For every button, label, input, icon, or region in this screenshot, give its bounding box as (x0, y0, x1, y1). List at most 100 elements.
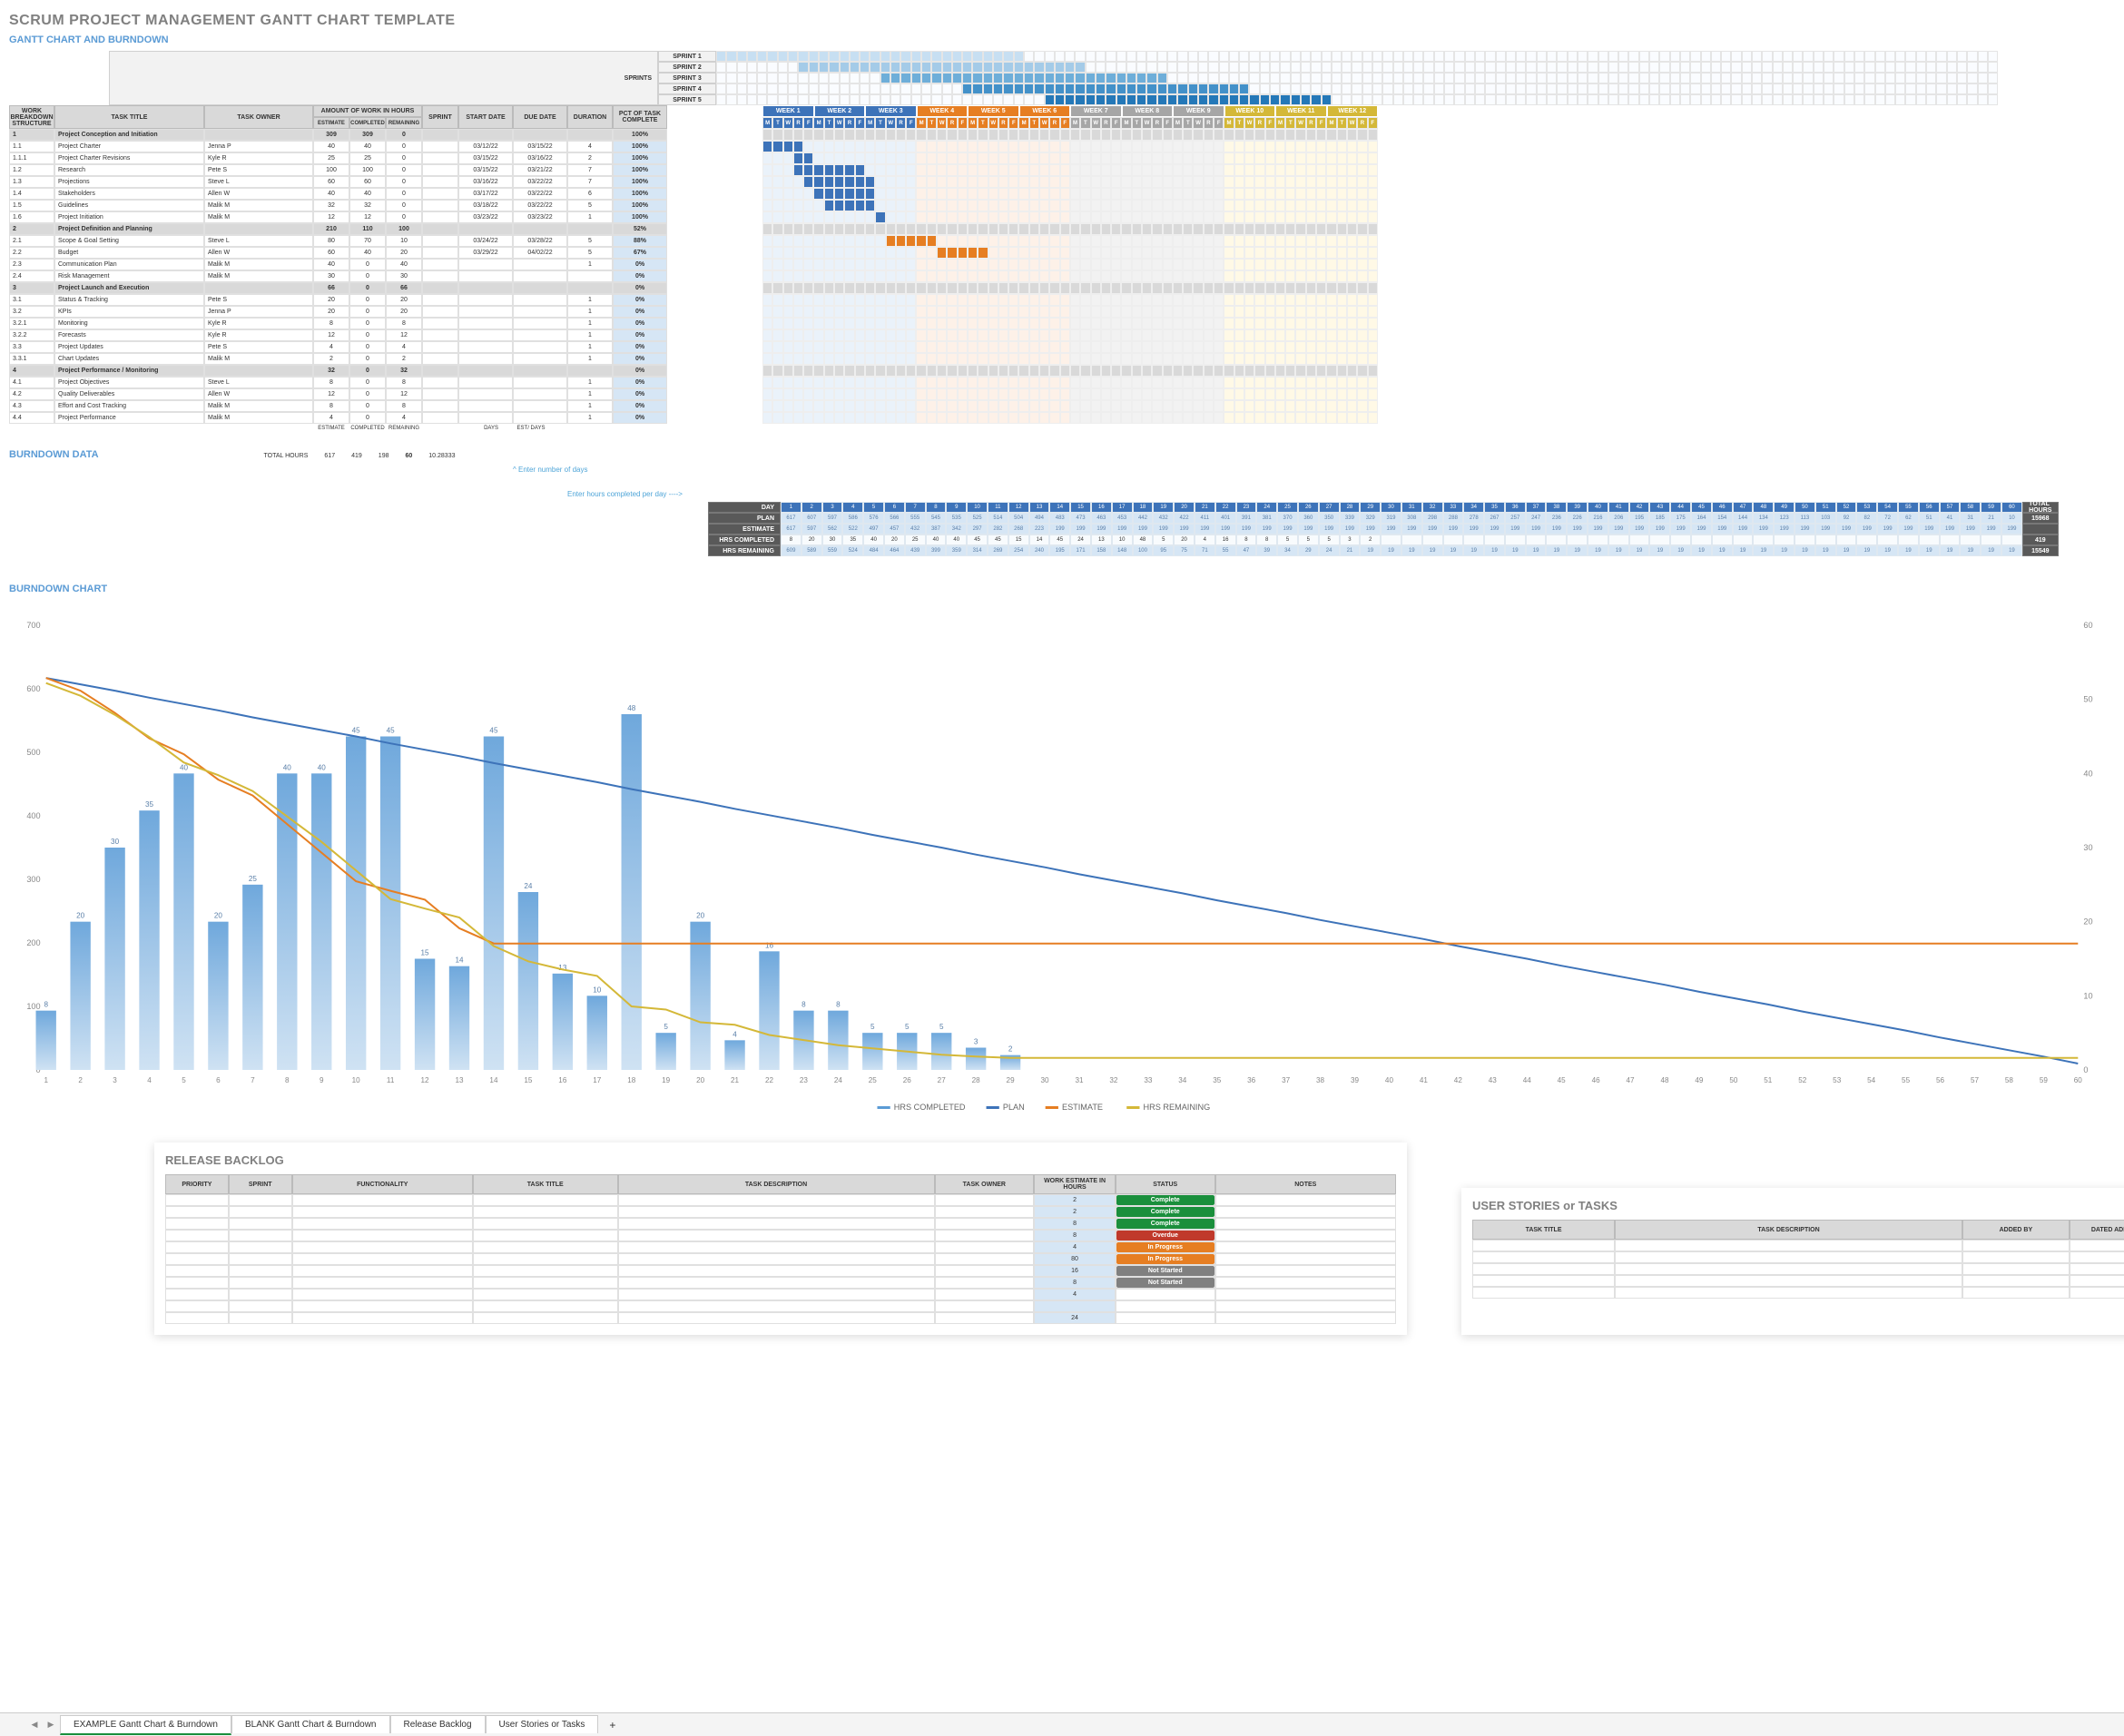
burndown-cell: 21 (1340, 545, 1361, 556)
week-header: WEEK 8 (1122, 105, 1174, 117)
table-row[interactable]: 3.2.2ForecastsKyle R1201210% (9, 329, 762, 341)
burndown-cell: 199 (1670, 524, 1691, 535)
user-stories-card: USER STORIES or TASKS TASK TITLETASK DES… (1461, 1188, 2124, 1335)
table-row[interactable]: 3.2.1MonitoringKyle R80810% (9, 318, 762, 329)
burndown-cell: 25 (1277, 502, 1298, 513)
burndown-cell: 19 (1443, 545, 1464, 556)
svg-text:30: 30 (1041, 1076, 1050, 1084)
burndown-cell (1815, 535, 1836, 545)
day-header: R (896, 117, 906, 129)
burndown-cell: 457 (884, 524, 905, 535)
table-row[interactable]: 3.1Status & TrackingPete S2002010% (9, 294, 762, 306)
burndown-cell: 545 (926, 513, 947, 524)
table-row[interactable]: 3.2KPIsJenna P2002010% (9, 306, 762, 318)
burndown-cell: 199 (1360, 524, 1381, 535)
table-row[interactable]: 4.2Quality DeliverablesAllen W1201210% (9, 388, 762, 400)
sheet-tab[interactable]: BLANK Gantt Chart & Burndown (231, 1715, 390, 1733)
week-header: WEEK 1 (762, 105, 814, 117)
burndown-cell: 494 (1029, 513, 1050, 524)
backlog-row[interactable]: 4In Progress (165, 1241, 1396, 1253)
burndown-cell: 199 (1898, 524, 1919, 535)
day-header: M (968, 117, 978, 129)
backlog-row[interactable]: 2Complete (165, 1206, 1396, 1218)
sheet-tab[interactable]: User Stories or Tasks (486, 1715, 599, 1733)
backlog-row[interactable]: 16Not Started (165, 1265, 1396, 1277)
svg-text:200: 200 (26, 938, 40, 947)
burndown-cell: 45 (1691, 502, 1712, 513)
backlog-row[interactable]: 2Complete (165, 1194, 1396, 1206)
burndown-cell: 199 (1463, 524, 1484, 535)
stories-row[interactable] (1472, 1287, 2124, 1299)
burndown-cell: 216 (1588, 513, 1608, 524)
table-row[interactable]: 2Project Definition and Planning21011010… (9, 223, 762, 235)
col-sprint: SPRINT (422, 105, 458, 129)
burndown-row-label: DAY (708, 502, 781, 513)
table-row[interactable]: 1.3ProjectionsSteve L6060003/16/2203/22/… (9, 176, 762, 188)
burndown-cell: 199 (1877, 524, 1898, 535)
backlog-row[interactable] (165, 1300, 1396, 1312)
table-row[interactable]: 4.3Effort and Cost TrackingMalik M80810% (9, 400, 762, 412)
svg-text:49: 49 (1695, 1076, 1704, 1084)
burndown-cell: 439 (905, 545, 926, 556)
add-sheet-button[interactable]: + (600, 1715, 624, 1735)
tab-scroll-right-icon[interactable]: ▶ (44, 1718, 58, 1732)
week-header: WEEK 12 (1327, 105, 1379, 117)
table-row[interactable]: 4.4Project PerformanceMalik M40410% (9, 412, 762, 424)
table-row[interactable]: 2.1Scope & Goal SettingSteve L80701003/2… (9, 235, 762, 247)
backlog-col: PRIORITY (165, 1174, 229, 1194)
backlog-row[interactable]: 8Not Started (165, 1277, 1396, 1289)
svg-text:37: 37 (1282, 1076, 1291, 1084)
table-row[interactable]: 1.1.1Project Charter RevisionsKyle R2525… (9, 152, 762, 164)
burndown-cell: 473 (1070, 513, 1091, 524)
burndown-cell: 54 (1877, 502, 1898, 513)
stories-row[interactable] (1472, 1251, 2124, 1263)
svg-text:500: 500 (26, 748, 40, 757)
stories-row[interactable] (1472, 1275, 2124, 1287)
table-row[interactable]: 2.3Communication PlanMalik M4004010% (9, 259, 762, 270)
stories-row[interactable] (1472, 1263, 2124, 1275)
table-row[interactable]: 1Project Conception and Initiation309309… (9, 129, 762, 141)
tab-scroll-left-icon[interactable]: ◀ (27, 1718, 42, 1732)
table-row[interactable]: 2.4Risk ManagementMalik M300300% (9, 270, 762, 282)
burndown-cell: 5 (1298, 535, 1319, 545)
table-row[interactable]: 3.3.1Chart UpdatesMalik M20210% (9, 353, 762, 365)
burndown-cell: 34 (1463, 502, 1484, 513)
svg-text:2: 2 (1008, 1045, 1013, 1054)
table-row[interactable]: 1.4StakeholdersAllen W4040003/17/2203/22… (9, 188, 762, 200)
burndown-chart-title: BURNDOWN CHART (9, 584, 2115, 594)
day-header: M (1121, 117, 1131, 129)
table-row[interactable]: 3.3Project UpdatesPete S40410% (9, 341, 762, 353)
table-row[interactable]: 4.1Project ObjectivesSteve L80810% (9, 377, 762, 388)
stories-row[interactable] (1472, 1240, 2124, 1251)
svg-text:HRS COMPLETED: HRS COMPLETED (894, 1103, 966, 1112)
backlog-row[interactable]: 80In Progress (165, 1253, 1396, 1265)
burndown-cell: 62 (1898, 513, 1919, 524)
table-row[interactable]: 1.5GuidelinesMalik M3232003/18/2203/22/2… (9, 200, 762, 211)
burndown-cell: 19 (1463, 545, 1484, 556)
burndown-cell: 45 (967, 535, 988, 545)
burndown-cell: 103 (1815, 513, 1836, 524)
backlog-row[interactable]: 24 (165, 1312, 1396, 1324)
table-row[interactable]: 1.1Project CharterJenna P4040003/12/2203… (9, 141, 762, 152)
backlog-row[interactable]: 4 (165, 1289, 1396, 1300)
burndown-cell: 339 (1340, 513, 1361, 524)
day-header: M (1018, 117, 1028, 129)
table-row[interactable]: 4Project Performance / Monitoring320320% (9, 365, 762, 377)
backlog-row[interactable]: 8Complete (165, 1218, 1396, 1230)
sheet-tab[interactable]: Release Backlog (390, 1715, 486, 1733)
svg-text:40: 40 (318, 763, 327, 771)
svg-text:10: 10 (593, 986, 602, 994)
table-row[interactable]: 1.2ResearchPete S100100003/15/2203/21/22… (9, 164, 762, 176)
table-row[interactable]: 3Project Launch and Execution660660% (9, 282, 762, 294)
sheet-tab[interactable]: EXAMPLE Gantt Chart & Burndown (60, 1715, 231, 1735)
backlog-row[interactable]: 8Overdue (165, 1230, 1396, 1241)
burndown-cell (1588, 535, 1608, 545)
burndown-row-label: ESTIMATE (708, 524, 781, 535)
svg-text:40: 40 (180, 763, 189, 771)
table-row[interactable]: 1.6Project InitiationMalik M1212003/23/2… (9, 211, 762, 223)
table-row[interactable]: 2.2BudgetAllen W60402003/29/2204/02/2256… (9, 247, 762, 259)
day-header: R (947, 117, 957, 129)
burndown-cell: 2 (801, 502, 822, 513)
burndown-cell: 5 (1153, 535, 1174, 545)
day-header: R (1254, 117, 1264, 129)
